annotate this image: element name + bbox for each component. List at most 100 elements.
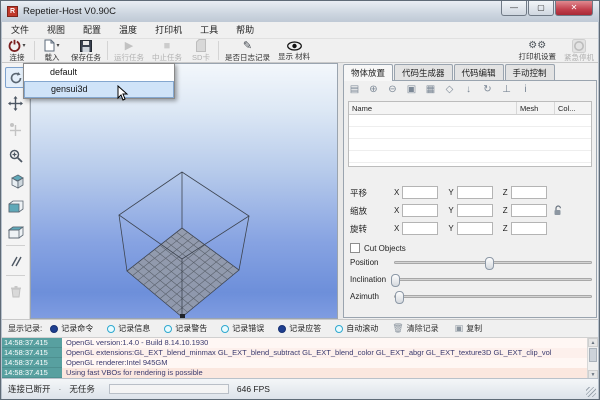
front-view-button[interactable] [5, 197, 26, 218]
printer-settings-button[interactable]: ⚙⚙ 打印机设置 [515, 39, 561, 62]
copy-object-icon[interactable]: ▣ [405, 84, 418, 95]
remove-object-icon[interactable]: ⊖ [386, 84, 399, 95]
rotate-x-input[interactable] [402, 222, 438, 235]
toggle-warnings[interactable]: 记录警告 [164, 323, 207, 334]
log-message: OpenGL version:1.4.0 - Build 8.14.10.193… [62, 338, 598, 348]
ack-toggle-icon [278, 325, 286, 333]
menu-file[interactable]: 文件 [2, 22, 38, 38]
object-placement-panel: ▤ ⊕ ⊖ ▣ ▦ ◇ ↓ ↻ ⊥ i Name Mesh Col... [343, 80, 597, 318]
toggle-ack[interactable]: 记录应答 [278, 323, 321, 334]
job-progress-bar [109, 384, 229, 394]
scale-z-input[interactable] [511, 204, 547, 217]
add-object-icon[interactable]: ⊕ [367, 84, 380, 95]
toggle-errors[interactable]: 记录错误 [221, 323, 264, 334]
trash-icon: 🗑︎ [392, 323, 403, 334]
task-status: 无任务 [69, 383, 95, 395]
export-icon[interactable]: ▤ [348, 84, 361, 95]
axis-y-label: Y [448, 206, 453, 215]
app-window: R Repetier-Host V0.90C — ▢ ✕ 文件 视图 配置 温度… [0, 0, 600, 400]
sd-card-button: SD卡 [186, 39, 216, 62]
multiply-object-icon[interactable]: ▦ [424, 84, 437, 95]
tab-gcode-editor[interactable]: 代码编辑 [454, 64, 504, 80]
inclination-label: Inclination [350, 275, 394, 284]
log-scrollbar[interactable]: ▲ ▼ [587, 338, 598, 378]
menu-temperature[interactable]: 温度 [110, 22, 146, 38]
kill-job-button: ■ 中止任务 [148, 39, 186, 62]
translate-row: 平移 X Y Z [350, 186, 547, 199]
floppy-icon [80, 40, 92, 52]
pencil-icon: ✎ [243, 39, 252, 52]
printer-profile-dropdown: default gensui3d [23, 63, 175, 99]
menu-help[interactable]: 帮助 [227, 22, 263, 38]
title-bar: R Repetier-Host V0.90C — ▢ ✕ [1, 1, 599, 22]
translate-z-input[interactable] [511, 186, 547, 199]
zoom-button[interactable] [5, 145, 26, 166]
log-timestamp: 14:58:37.415 [2, 368, 62, 378]
log-message: OpenGL extensions:GL_EXT_blend_minmax GL… [62, 348, 598, 358]
dropdown-item-default[interactable]: default [24, 64, 174, 81]
cut-objects-checkbox[interactable] [350, 243, 360, 253]
show-filament-button[interactable]: 显示 材料 [274, 39, 314, 62]
object-list[interactable]: Name Mesh Col... [348, 101, 592, 167]
rotate-z-input[interactable] [511, 222, 547, 235]
log-timestamp: 14:58:37.415 [2, 358, 62, 368]
log-output[interactable]: 14:58:37.415 OpenGL version:1.4.0 - Buil… [2, 337, 598, 378]
tab-slicer[interactable]: 代码生成器 [394, 64, 453, 80]
menu-tools[interactable]: 工具 [191, 22, 227, 38]
scroll-up-icon[interactable]: ▲ [588, 338, 598, 347]
connect-button[interactable]: ▾ 连接 [2, 39, 32, 62]
toggle-info[interactable]: 记录信息 [107, 323, 150, 334]
minimize-button[interactable]: — [501, 1, 527, 16]
connect-dropdown-arrow[interactable]: ▾ [22, 42, 25, 49]
load-dropdown-arrow[interactable]: ▾ [56, 42, 59, 49]
toggle-commands[interactable]: 记录命令 [50, 323, 93, 334]
parallel-projection-button[interactable] [5, 251, 26, 272]
toggle-autoscroll[interactable]: 自动滚动 [335, 323, 378, 334]
axis-z-label: Z [503, 188, 508, 197]
viewport-3d[interactable] [30, 63, 338, 319]
close-button[interactable]: ✕ [555, 1, 593, 16]
log-timestamp: 14:58:37.415 [2, 338, 62, 348]
top-view-button[interactable] [5, 223, 26, 244]
azimuth-slider[interactable] [394, 295, 592, 298]
maximize-button[interactable]: ▢ [528, 1, 554, 16]
dropdown-item-gensui3d[interactable]: gensui3d [24, 81, 174, 98]
menu-view[interactable]: 视图 [38, 22, 74, 38]
object-info-icon[interactable]: i [519, 84, 532, 95]
scale-lock-icon[interactable] [553, 205, 563, 216]
lay-flat-icon[interactable]: ⊥ [500, 84, 513, 95]
menu-printer[interactable]: 打印机 [146, 22, 191, 38]
tab-object-placement[interactable]: 物体放置 [343, 64, 393, 81]
show-log-label: 显示记录: [8, 323, 42, 334]
isometric-view-button[interactable] [5, 171, 26, 192]
save-job-button[interactable]: 保存任务 [67, 39, 105, 62]
object-list-row [349, 139, 591, 151]
scroll-down-icon[interactable]: ▼ [588, 370, 598, 378]
clear-log-button[interactable]: 🗑︎清除记录 [392, 323, 438, 334]
inclination-slider[interactable] [394, 278, 592, 281]
load-button[interactable]: ▾ 载入 [37, 39, 67, 62]
menu-config[interactable]: 配置 [74, 22, 110, 38]
scroll-thumb[interactable] [589, 348, 597, 362]
scale-x-input[interactable] [402, 204, 438, 217]
document-icon: ▾ [44, 39, 59, 52]
resize-grip[interactable] [586, 387, 596, 397]
log-timestamp: 14:58:37.415 [2, 348, 62, 358]
center-object-icon[interactable]: ◇ [443, 84, 456, 95]
rotate-y-input[interactable] [457, 222, 493, 235]
translate-x-input[interactable] [402, 186, 438, 199]
autoposition-icon[interactable]: ↻ [481, 84, 494, 95]
drop-object-icon[interactable]: ↓ [462, 84, 475, 95]
axis-y-label: Y [448, 224, 453, 233]
position-slider[interactable] [394, 261, 592, 264]
object-list-row [349, 127, 591, 139]
window-title: Repetier-Host V0.90C [23, 6, 116, 17]
tab-manual-control[interactable]: 手动控制 [505, 64, 555, 80]
toggle-log-button[interactable]: ✎ 是否日志记录 [221, 39, 274, 62]
power-icon: ▾ [8, 39, 25, 52]
view-toolbar [2, 63, 30, 319]
translate-y-input[interactable] [457, 186, 493, 199]
copy-log-button[interactable]: ▣复制 [455, 323, 483, 334]
scale-y-input[interactable] [457, 204, 493, 217]
log-toolbar: 显示记录: 记录命令 记录信息 记录警告 记录错误 记录应答 自动滚动 🗑︎清除… [2, 319, 598, 337]
